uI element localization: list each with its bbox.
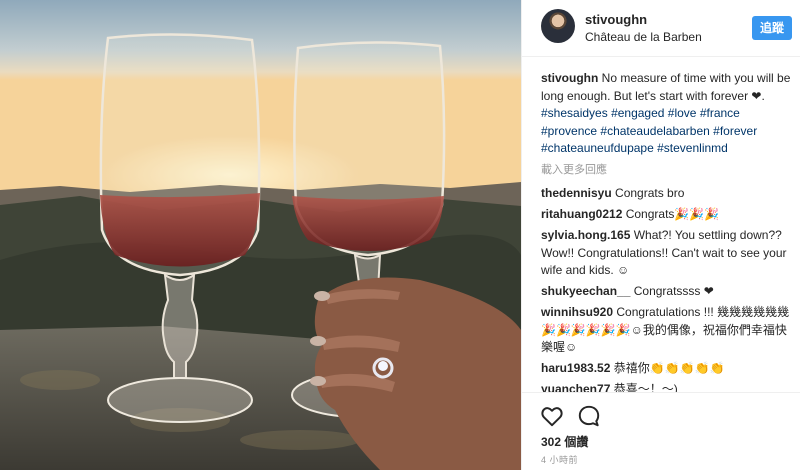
follow-button[interactable]: 追蹤: [752, 16, 792, 40]
hashtag-link[interactable]: #stevenlinmd: [657, 141, 728, 155]
comment-username[interactable]: winnihsu920: [541, 305, 613, 319]
comment-item: ritahuang0212 Congrats🎉🎉🎉: [541, 206, 791, 224]
comment-text: Congrats🎉🎉🎉: [625, 207, 720, 221]
hashtag-link[interactable]: #provence: [541, 124, 597, 138]
comment-text: Congrats bro: [615, 186, 685, 200]
comment-username[interactable]: shukyeechan__: [541, 284, 630, 298]
hashtag-link[interactable]: #forever: [713, 124, 757, 138]
heart-outline-icon[interactable]: [539, 403, 565, 429]
post-timestamp: 4 小時前: [541, 455, 579, 465]
post-photo[interactable]: [0, 0, 521, 470]
comments-list: stivoughn No measure of time with you wi…: [541, 70, 791, 392]
header-username[interactable]: stivoughn: [585, 12, 647, 27]
comment-item: haru1983.52 恭禧你👏👏👏👏👏: [541, 360, 791, 378]
comment-item: thedennisyu Congrats bro: [541, 185, 791, 203]
hashtag-link[interactable]: #france: [700, 106, 740, 120]
location-link[interactable]: Château de la Barben: [585, 30, 702, 44]
instagram-post: stivoughn Château de la Barben stivoughn…: [0, 0, 800, 470]
post-actions: 302 個讚 4 小時前: [522, 392, 800, 470]
comment-username[interactable]: yuanchen77: [541, 382, 610, 392]
comment-text: Congratssss ❤: [633, 284, 714, 298]
hashtag-link[interactable]: #love: [668, 106, 697, 120]
hashtag-link[interactable]: #chateauneufdupape: [541, 141, 654, 155]
caption-username[interactable]: stivoughn: [541, 71, 598, 85]
hashtag-link[interactable]: #engaged: [611, 106, 664, 120]
comment-username[interactable]: ritahuang0212: [541, 207, 622, 221]
post-caption: stivoughn No measure of time with you wi…: [541, 70, 791, 158]
comment-item: sylvia.hong.165 What?! You settling down…: [541, 227, 791, 280]
avatar[interactable]: [541, 9, 575, 43]
comment-text: 恭喜～！～): [613, 382, 678, 392]
likes-count[interactable]: 302 個讚: [541, 433, 588, 450]
wine-glasses-image: [0, 0, 521, 470]
comment-username[interactable]: thedennisyu: [541, 186, 612, 200]
post-side-panel: stivoughn Château de la Barben stivoughn…: [521, 0, 800, 470]
load-more-comments-link[interactable]: 載入更多回應: [541, 162, 791, 180]
comment-username[interactable]: haru1983.52: [541, 361, 610, 375]
comment-text: 恭禧你👏👏👏👏👏: [613, 361, 725, 375]
hashtag-link[interactable]: #shesaidyes: [541, 106, 608, 120]
comment-item: yuanchen77 恭喜～！～): [541, 381, 791, 392]
speech-bubble-icon[interactable]: [576, 403, 602, 429]
comment-item: winnihsu920 Congratulations !!! 幾幾幾幾幾幾🎉🎉…: [541, 304, 791, 357]
comment-username[interactable]: sylvia.hong.165: [541, 228, 630, 242]
comment-item: shukyeechan__ Congratssss ❤: [541, 283, 791, 301]
hashtag-link[interactable]: #chateaudelabarben: [600, 124, 709, 138]
